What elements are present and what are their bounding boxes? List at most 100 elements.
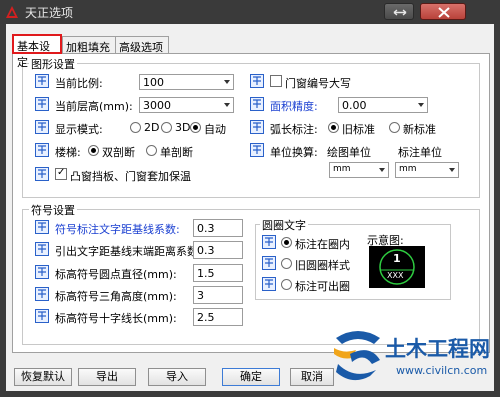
tool-icon[interactable] (262, 256, 276, 270)
display-auto-label: 自动 (204, 123, 226, 136)
floor-height-value: 3000 (143, 99, 171, 112)
drawing-unit-value: mm (333, 164, 351, 174)
annotation-unit-combo[interactable]: mm (395, 162, 459, 178)
export-button[interactable]: 导出 (78, 368, 136, 386)
tab-bold-fill[interactable]: 加粗填充 (62, 36, 116, 54)
scale-combo[interactable]: 100 (139, 74, 234, 90)
watermark: 土木工程网 www.civilcn.com (326, 322, 498, 392)
window-insulation-checkbox[interactable] (55, 167, 67, 180)
elevation-cross-length-label: 标高符号十字线长(mm): (55, 312, 177, 325)
elevation-triangle-height-label: 标高符号三角高度(mm): (55, 290, 177, 303)
stair-label: 楼梯: (55, 146, 81, 159)
stair-double-label: 双剖断 (102, 146, 135, 159)
scale-value: 100 (143, 76, 164, 89)
restore-defaults-label: 恢复默认 (21, 370, 65, 383)
display-2d-radio[interactable] (130, 122, 141, 133)
tool-icon[interactable] (250, 143, 264, 157)
tool-icon[interactable] (262, 277, 276, 291)
display-2d-label: 2D (144, 121, 160, 134)
leader-text-distance-value: 0.3 (197, 244, 215, 257)
preview-text: XXX (387, 271, 404, 280)
arc-length-label: 弧长标注: (270, 123, 318, 136)
drawing-unit-combo[interactable]: mm (329, 162, 389, 178)
tool-icon[interactable] (35, 167, 49, 181)
tab-basic-settings[interactable]: 基本设定 (12, 34, 62, 69)
floor-height-label: 当前层高(mm): (55, 100, 133, 113)
elevation-cross-length-input[interactable]: 2.5 (193, 308, 243, 326)
chevron-down-icon (379, 168, 385, 172)
app-logo-icon (6, 6, 18, 18)
restore-icon (393, 9, 407, 16)
door-number-upper-checkbox[interactable] (270, 75, 282, 87)
floor-height-combo[interactable]: 3000 (139, 97, 234, 113)
window-title: 天正选项 (25, 6, 74, 20)
arc-old-standard-label: 旧标准 (342, 123, 375, 136)
stair-single-label: 单剖断 (160, 146, 193, 159)
symbol-text-baseline-label: 符号标注文字距基线系数: (55, 223, 180, 236)
door-number-upper-label: 门窗编号大写 (285, 77, 351, 90)
title-bar[interactable]: 天正选项 (0, 0, 500, 24)
elevation-cross-length-value: 2.5 (197, 311, 215, 324)
display-auto-radio[interactable] (190, 122, 201, 133)
tool-icon[interactable] (35, 97, 49, 111)
chevron-down-icon (224, 103, 230, 107)
group-label-symbol: 符号设置 (29, 202, 77, 218)
export-label: 导出 (96, 370, 118, 383)
chevron-down-icon (418, 103, 424, 107)
area-precision-combo[interactable]: 0.00 (338, 97, 428, 113)
restore-defaults-button[interactable]: 恢复默认 (14, 368, 72, 386)
chevron-down-icon (449, 168, 455, 172)
close-icon (438, 7, 450, 18)
chevron-down-icon (224, 80, 230, 84)
import-button[interactable]: 导入 (148, 368, 206, 386)
close-button[interactable] (420, 3, 466, 20)
circle-text-preview: 1 XXX (369, 246, 425, 288)
tool-icon[interactable] (35, 242, 49, 256)
drawing-unit-label: 绘图单位 (327, 146, 371, 159)
leader-text-distance-label: 引出文字距基线末端距离系数: (55, 245, 202, 258)
arc-new-standard-label: 新标准 (403, 123, 436, 136)
ok-label: 确定 (240, 370, 262, 383)
tool-icon[interactable] (262, 235, 276, 249)
symbol-text-baseline-value: 0.3 (197, 222, 215, 235)
annotation-unit-value: mm (399, 164, 417, 174)
ok-button[interactable]: 确定 (222, 368, 280, 386)
circle-inside-label: 标注在圈内 (295, 238, 350, 251)
tool-icon[interactable] (250, 97, 264, 111)
leader-text-distance-input[interactable]: 0.3 (193, 241, 243, 259)
restore-button[interactable] (384, 3, 414, 20)
tool-icon[interactable] (250, 120, 264, 134)
display-3d-radio[interactable] (161, 122, 172, 133)
scale-label: 当前比例: (55, 77, 103, 90)
elevation-dot-diameter-input[interactable]: 1.5 (193, 264, 243, 282)
tool-icon[interactable] (35, 265, 49, 279)
tool-icon[interactable] (35, 220, 49, 234)
unit-conversion-label: 单位换算: (270, 146, 318, 159)
tool-icon[interactable] (250, 74, 264, 88)
tool-icon[interactable] (35, 143, 49, 157)
tool-icon[interactable] (35, 120, 49, 134)
group-label-circle-text: 圆圈文字 (260, 217, 308, 233)
watermark-logo-icon (334, 331, 380, 381)
tool-icon[interactable] (35, 287, 49, 301)
circle-old-style-label: 旧圆圈样式 (295, 259, 350, 272)
elevation-dot-diameter-value: 1.5 (197, 267, 215, 280)
arc-old-standard-radio[interactable] (328, 122, 339, 133)
import-label: 导入 (166, 370, 188, 383)
preview-number: 1 (393, 252, 401, 265)
stair-single-radio[interactable] (146, 145, 157, 156)
arc-new-standard-radio[interactable] (389, 122, 400, 133)
circle-inside-radio[interactable] (281, 237, 292, 248)
annotation-unit-label: 标注单位 (398, 146, 442, 159)
circle-outside-radio[interactable] (281, 279, 292, 290)
tab-pane-basic: 图形设置 当前比例: 100 当前层高(mm): 3000 显示模式: 2D 3… (12, 53, 490, 353)
tool-icon[interactable] (35, 74, 49, 88)
circle-old-style-radio[interactable] (281, 258, 292, 269)
elevation-triangle-height-input[interactable]: 3 (193, 286, 243, 304)
group-label-graphics: 图形设置 (29, 56, 77, 72)
stair-double-radio[interactable] (88, 145, 99, 156)
symbol-text-baseline-input[interactable]: 0.3 (193, 219, 243, 237)
tab-advanced-options[interactable]: 高级选项 (115, 36, 169, 54)
window-insulation-label: 凸窗挡板、门窗套加保温 (70, 170, 191, 183)
tool-icon[interactable] (35, 309, 49, 323)
